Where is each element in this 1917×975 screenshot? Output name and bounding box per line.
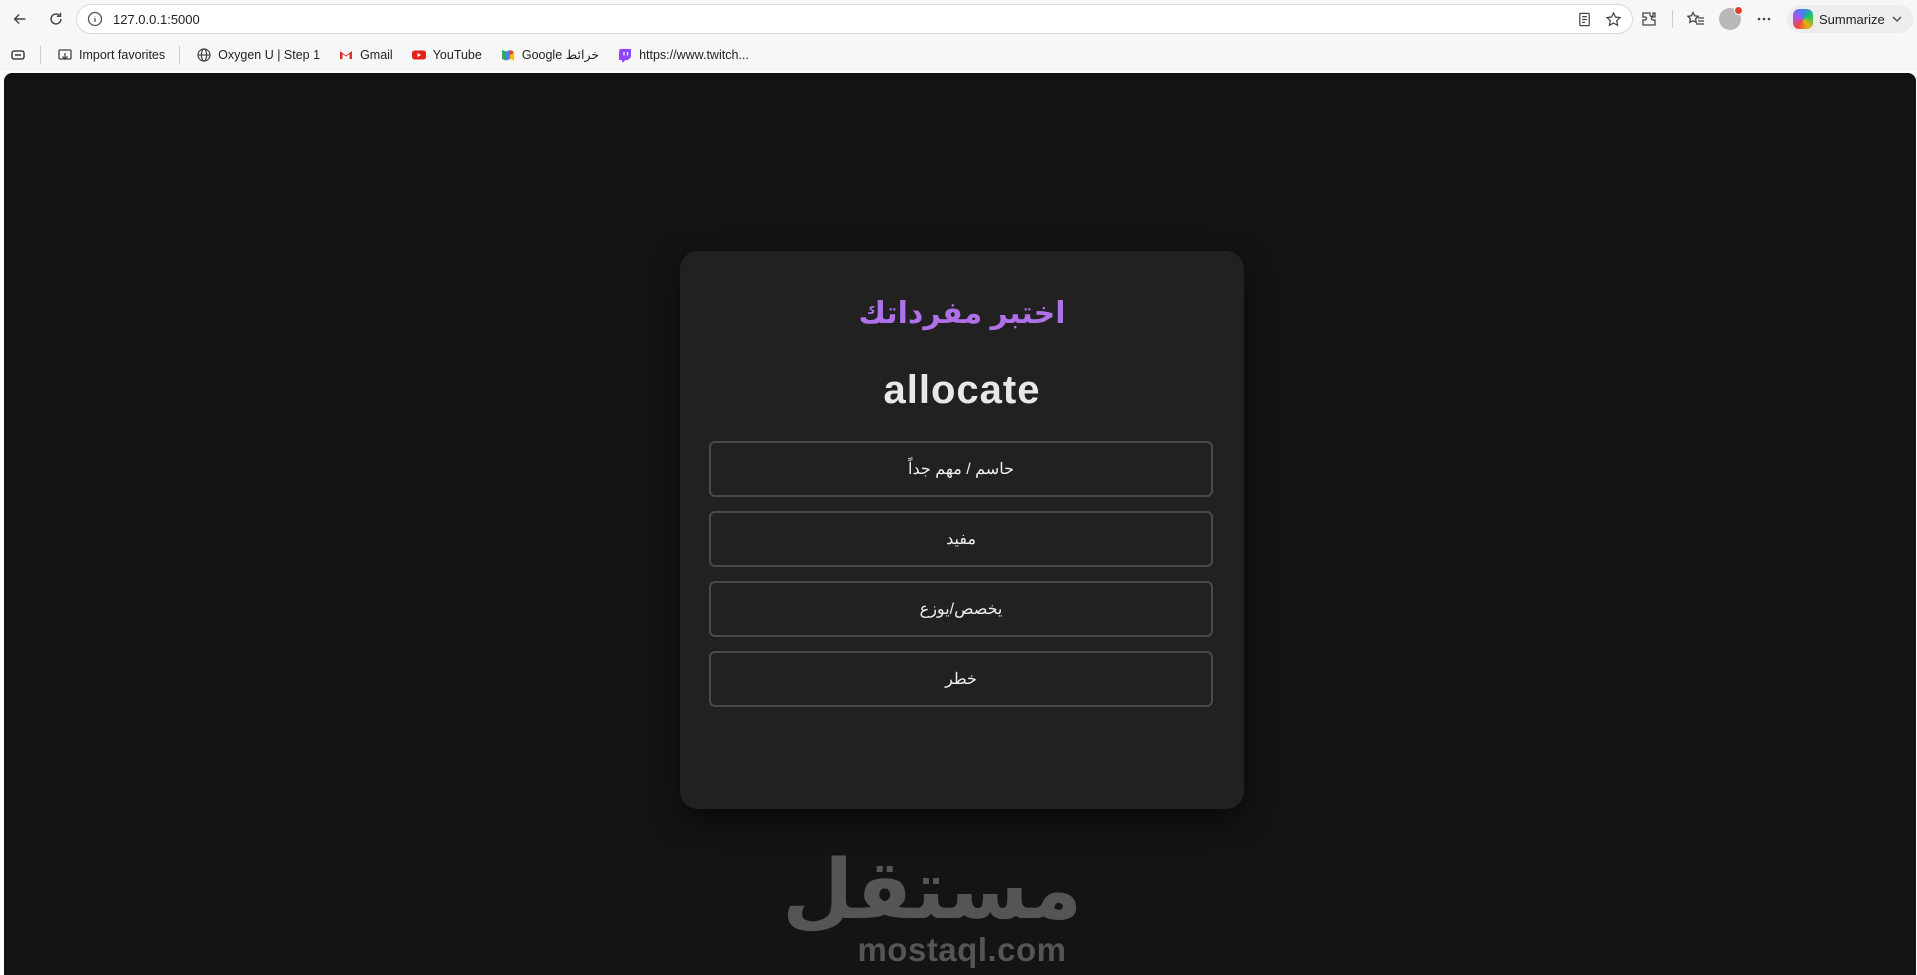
bookmark-twitch[interactable]: https://www.twitch... (617, 47, 749, 63)
bookmark-youtube[interactable]: YouTube (411, 47, 482, 63)
sidebar-toggle[interactable] (10, 47, 26, 63)
bookmarks-divider (179, 45, 181, 64)
favorites-icon[interactable] (1687, 10, 1705, 28)
url-text[interactable]: 127.0.0.1:5000 (113, 12, 1576, 27)
bookmark-label: Import favorites (79, 47, 166, 62)
quiz-word: allocate (883, 368, 1041, 412)
bookmark-label: https://www.twitch... (639, 47, 749, 62)
site-info-icon[interactable] (87, 11, 103, 27)
reader-view-icon[interactable] (1576, 11, 1593, 28)
bookmark-label: Google خرائط (521, 48, 600, 62)
gmail-icon (340, 50, 353, 59)
toolbar-divider (1672, 10, 1673, 28)
bookmark-gmail[interactable]: Gmail (338, 47, 393, 63)
address-bar[interactable]: 127.0.0.1:5000 (76, 4, 1633, 34)
quiz-card: اختبر مفرداتك allocate حاسم / مهم جداً م… (680, 251, 1244, 809)
bookmark-label: YouTube (432, 47, 482, 62)
copilot-icon (1793, 9, 1813, 29)
summarize-label: Summarize (1819, 11, 1885, 27)
answer-option[interactable]: مفيد (709, 511, 1213, 567)
chevron-down-icon (1892, 16, 1902, 22)
mostaql-watermark: مستقل mostaql.com (782, 845, 1082, 968)
profile-avatar[interactable] (1719, 6, 1743, 30)
back-arrow-icon (13, 13, 26, 25)
import-favorites-icon (58, 48, 72, 60)
reload-button[interactable] (42, 5, 70, 33)
bookmarks-divider (40, 45, 41, 64)
favorite-star-icon[interactable] (1605, 10, 1622, 28)
watermark-arabic: مستقل (782, 845, 1082, 936)
answer-options: حاسم / مهم جداً مفيد يخصص/يوزع خطر (709, 441, 1213, 721)
bookmark-label: Oxygen U | Step 1 (218, 47, 321, 62)
answer-option[interactable]: يخصص/يوزع (709, 581, 1213, 637)
watermark-latin: mostaql.com (857, 931, 1067, 968)
bookmark-import-favorites[interactable]: Import favorites (57, 47, 165, 63)
reload-icon (50, 12, 62, 25)
back-button[interactable] (6, 5, 34, 33)
quiz-title: اختبر مفرداتك (858, 297, 1066, 330)
more-options-icon[interactable] (1755, 10, 1773, 28)
twitch-icon (619, 48, 632, 62)
bookmark-label: Gmail (360, 47, 393, 62)
tab-actions-icon (11, 49, 25, 60)
bookmark-oxygen-u[interactable]: Oxygen U | Step 1 (196, 47, 320, 63)
bookmarks-bar: Import favorites Oxygen U | Step 1 Gmail… (0, 38, 1917, 71)
extensions-icon[interactable] (1640, 10, 1658, 28)
browser-toolbar: 127.0.0.1:5000 Summarize (0, 0, 1917, 38)
answer-option[interactable]: خطر (709, 651, 1213, 707)
answer-option[interactable]: حاسم / مهم جداً (709, 441, 1213, 497)
bookmark-google-maps[interactable]: Google خرائط (500, 47, 599, 63)
youtube-icon (411, 50, 426, 59)
page-viewport: اختبر مفرداتك allocate حاسم / مهم جداً م… (4, 73, 1916, 975)
summarize-button[interactable]: Summarize (1787, 5, 1913, 33)
google-maps-icon (501, 49, 514, 60)
globe-icon (197, 47, 211, 62)
